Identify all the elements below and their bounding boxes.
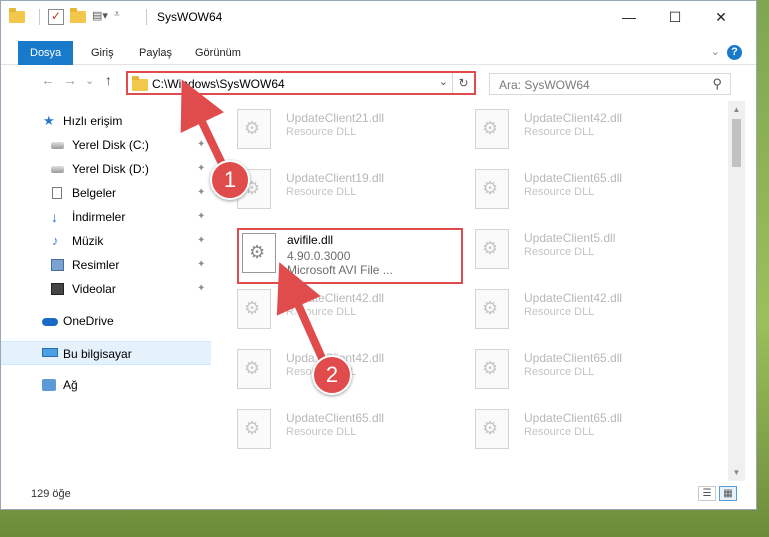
file-list: UpdateClient21.dll Resource DLL UpdateCl…	[223, 101, 728, 479]
dll-file-icon	[475, 409, 509, 449]
sidebar-item-music[interactable]: ♪ Müzik ✦	[1, 229, 211, 253]
videos-icon	[51, 283, 64, 295]
details-view-icon[interactable]: ☰	[698, 486, 716, 501]
pin-icon: ✦	[197, 163, 206, 174]
tab-gorunum[interactable]: Görünüm	[183, 41, 253, 65]
vertical-scrollbar[interactable]: ▲ ▼	[728, 101, 745, 481]
folder-icon[interactable]	[9, 8, 25, 25]
file-tile[interactable]: UpdateClient65.dll Resource DLL	[461, 341, 687, 397]
downloads-icon: ↓	[51, 209, 58, 225]
file-tile[interactable]: UpdateClient65.dll Resource DLL	[461, 161, 687, 217]
title-bar: ▤▾ ⩡ SysWOW64 — ☐ ✕	[1, 1, 756, 33]
window-title: SysWOW64	[157, 10, 223, 24]
this-pc-icon	[42, 348, 58, 357]
tab-dosya[interactable]: Dosya	[18, 41, 74, 65]
help-icon[interactable]: ?	[727, 45, 742, 60]
step-badge-2: 2	[312, 355, 352, 395]
toolbar-chevron-icon[interactable]: ⩡	[114, 9, 126, 25]
drive-icon	[51, 142, 64, 149]
new-folder-icon[interactable]	[70, 8, 86, 25]
pin-icon: ✦	[197, 283, 206, 294]
step-badge-1: 1	[210, 160, 250, 200]
close-button[interactable]: ✕	[698, 1, 744, 33]
address-bar[interactable]: C:\Windows\SysWOW64 ⌄ ↻	[126, 71, 476, 95]
dll-file-icon	[475, 289, 509, 329]
status-bar: 129 öğe ☰ ▦	[1, 483, 756, 505]
divider	[39, 9, 40, 25]
ribbon-expand-icon[interactable]: ⌄	[711, 45, 720, 58]
pin-icon: ✦	[197, 259, 206, 270]
drive-icon	[51, 166, 64, 173]
dll-file-icon	[237, 349, 271, 389]
dll-file-icon	[237, 289, 271, 329]
dll-file-icon	[237, 409, 271, 449]
file-tile[interactable]: UpdateClient42.dll Resource DLL	[461, 101, 687, 157]
explorer-window: ▤▾ ⩡ SysWOW64 — ☐ ✕ Dosya Giriş Paylaş G…	[0, 0, 757, 510]
file-tile[interactable]: UpdateClient19.dll Resource DLL	[223, 161, 449, 217]
chevron-down-icon[interactable]: ⌄	[439, 75, 448, 88]
sidebar-item-this-pc[interactable]: Bu bilgisayar	[1, 341, 211, 365]
sidebar-item-network[interactable]: Ağ	[1, 373, 211, 397]
properties-icon[interactable]	[48, 9, 64, 25]
search-input[interactable]: Ara: SysWOW64 ⚲	[489, 73, 731, 95]
file-tile[interactable]: UpdateClient21.dll Resource DLL	[223, 101, 449, 157]
tiles-view-icon[interactable]: ▦	[719, 486, 737, 501]
onedrive-icon	[42, 318, 58, 326]
search-icon[interactable]: ⚲	[712, 76, 722, 92]
sidebar-item-quick-access[interactable]: ★ Hızlı erişim	[1, 109, 211, 133]
file-tile[interactable]: UpdateClient65.dll Resource DLL	[223, 401, 449, 457]
pin-icon: ✦	[197, 187, 206, 198]
scroll-thumb[interactable]	[732, 119, 741, 167]
recent-locations-button[interactable]: ⌄	[85, 74, 94, 87]
documents-icon	[52, 187, 62, 199]
tab-giris[interactable]: Giriş	[79, 41, 126, 65]
item-count: 129 öğe	[31, 488, 71, 500]
search-placeholder: Ara: SysWOW64	[499, 78, 590, 92]
sidebar-item-videos[interactable]: Videolar ✦	[1, 277, 211, 301]
divider	[146, 9, 147, 25]
maximize-button[interactable]: ☐	[652, 1, 698, 33]
file-tile[interactable]: UpdateClient65.dll Resource DLL	[461, 401, 687, 457]
dll-file-icon	[237, 109, 271, 149]
dll-file-icon	[475, 109, 509, 149]
sidebar-item-local-disk-d[interactable]: Yerel Disk (D:) ✦	[1, 157, 211, 181]
dll-file-icon	[242, 233, 276, 273]
network-icon	[42, 379, 56, 391]
file-tile[interactable]: UpdateClient42.dll Resource DLL	[461, 281, 687, 337]
customize-dropdown-icon[interactable]: ▤▾	[92, 9, 108, 25]
pin-icon: ✦	[197, 139, 206, 150]
sidebar-item-onedrive[interactable]: OneDrive	[1, 309, 211, 333]
navigation-pane: ★ Hızlı erişim Yerel Disk (C:) ✦ Yerel D…	[1, 105, 211, 481]
file-tile[interactable]: UpdateClient42.dll Resource DLL	[223, 281, 449, 337]
folder-icon	[132, 76, 148, 91]
sidebar-item-documents[interactable]: Belgeler ✦	[1, 181, 211, 205]
file-tile[interactable]: UpdateClient5.dll Resource DLL	[461, 221, 687, 277]
up-button[interactable]: ↑	[105, 72, 112, 88]
file-tile-highlighted[interactable]: avifile.dll 4.90.0.3000 Microsoft AVI Fi…	[237, 228, 463, 284]
scroll-down-icon[interactable]: ▼	[728, 464, 745, 481]
address-path[interactable]: C:\Windows\SysWOW64	[152, 77, 285, 91]
music-icon: ♪	[52, 233, 59, 248]
tab-paylas[interactable]: Paylaş	[127, 41, 184, 65]
sidebar-item-local-disk-c[interactable]: Yerel Disk (C:) ✦	[1, 133, 211, 157]
quick-access-toolbar: ▤▾ ⩡	[9, 8, 132, 25]
dll-file-icon	[475, 169, 509, 209]
back-button[interactable]: ←	[41, 72, 55, 88]
minimize-button[interactable]: —	[606, 1, 652, 33]
pin-icon: ✦	[197, 235, 206, 246]
ribbon-tabs: Dosya Giriş Paylaş Görünüm ⌄ ?	[1, 41, 756, 65]
scroll-up-icon[interactable]: ▲	[728, 101, 745, 118]
pin-icon: ✦	[197, 211, 206, 222]
dll-file-icon	[475, 349, 509, 389]
star-icon: ★	[43, 113, 55, 128]
refresh-button[interactable]: ↻	[452, 73, 474, 93]
sidebar-item-pictures[interactable]: Resimler ✦	[1, 253, 211, 277]
forward-button[interactable]: →	[63, 72, 77, 88]
pictures-icon	[51, 259, 64, 271]
dll-file-icon	[475, 229, 509, 269]
sidebar-item-downloads[interactable]: ↓ İndirmeler ✦	[1, 205, 211, 229]
